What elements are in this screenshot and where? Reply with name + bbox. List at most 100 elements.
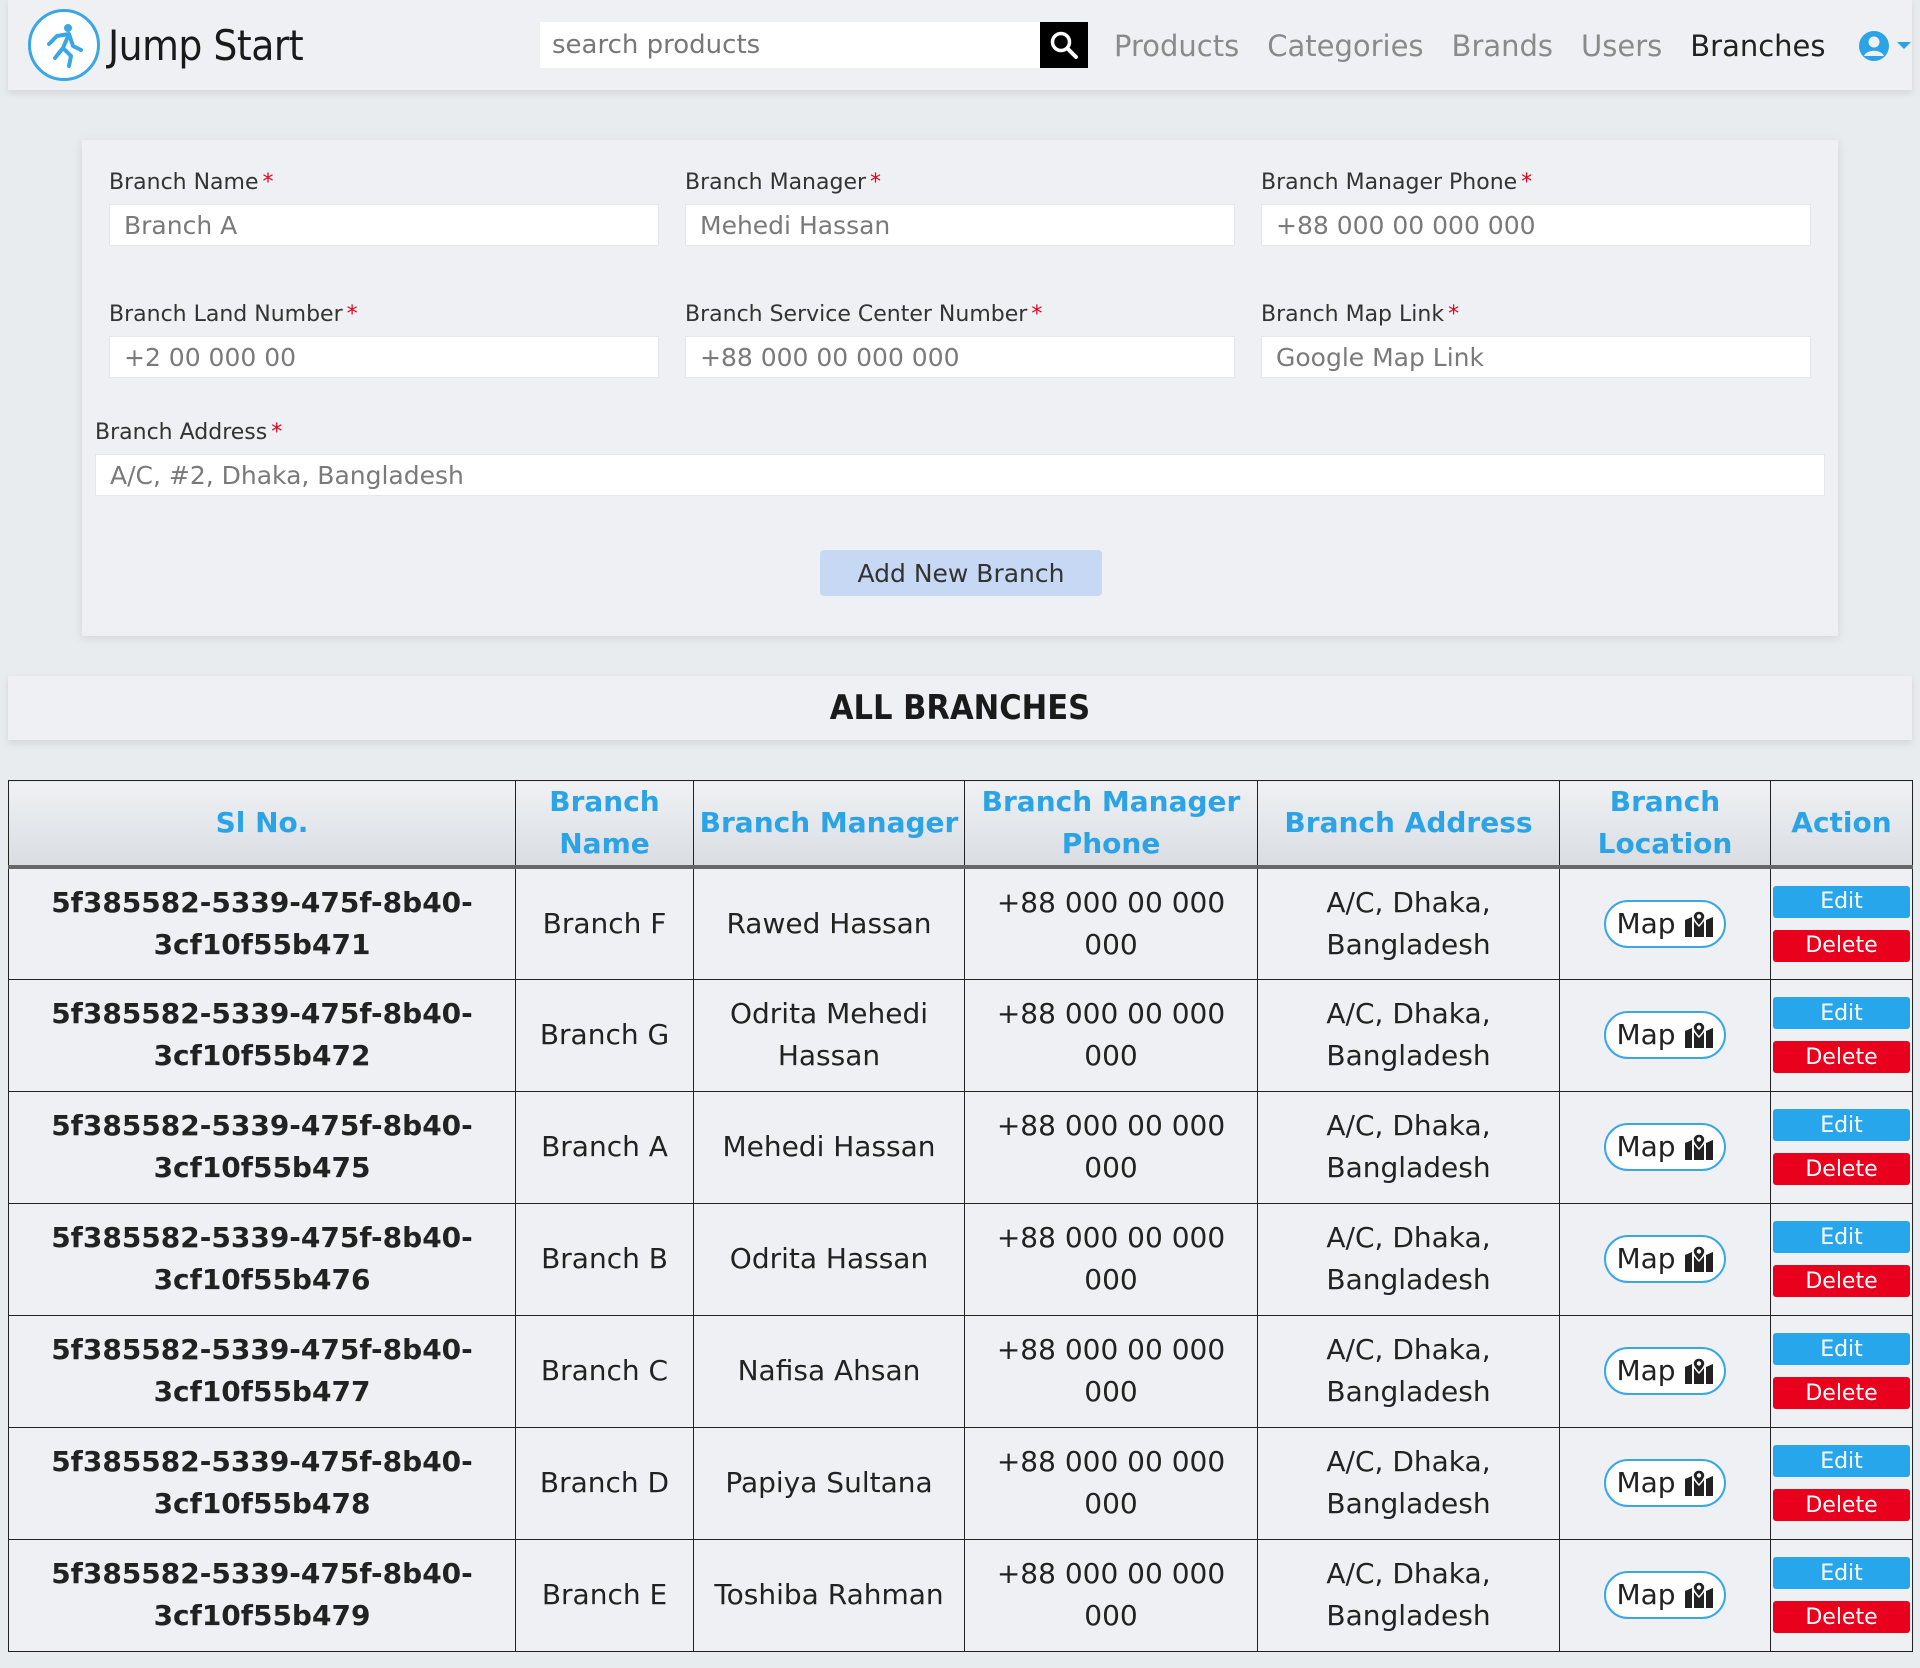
cell-action: Edit Delete — [1770, 866, 1913, 980]
delete-button[interactable]: Delete — [1773, 1377, 1910, 1409]
branch-manager-label: Branch Manager * — [685, 170, 882, 195]
map-label: Map — [1616, 906, 1676, 940]
cell-manager-phone: +88 000 00 000 000 — [964, 1426, 1258, 1540]
map-marked-icon — [1684, 1581, 1713, 1608]
branch-manager-input[interactable] — [685, 204, 1235, 246]
brand-link[interactable]: Jump Start — [28, 8, 304, 82]
header-branch-address[interactable]: Branch Address — [1257, 780, 1560, 869]
service-number-field: Branch Service Center Number * — [685, 302, 1235, 378]
map-button[interactable]: Map — [1604, 1571, 1726, 1619]
cell-branch-location: Map — [1559, 1426, 1771, 1540]
nav-links: Products Categories Brands Users Branche… — [1114, 24, 1912, 68]
service-number-input[interactable] — [685, 336, 1235, 378]
cell-branch-address: A/C, Dhaka, Bangladesh — [1257, 1538, 1560, 1652]
edit-button[interactable]: Edit — [1773, 1109, 1910, 1141]
cell-action: Edit Delete — [1770, 1314, 1913, 1428]
map-button[interactable]: Map — [1604, 1347, 1726, 1395]
cell-branch-address: A/C, Dhaka, Bangladesh — [1257, 1202, 1560, 1316]
cell-branch-manager: Odrita Hassan — [693, 1202, 965, 1316]
map-button[interactable]: Map — [1604, 1123, 1726, 1171]
table-row: 5f385582-5339-475f-8b40-3cf10f55b478 Bra… — [8, 1426, 1913, 1540]
delete-button[interactable]: Delete — [1773, 1153, 1910, 1185]
map-marked-icon — [1684, 909, 1713, 937]
table-header-row: Sl No. Branch Name Branch Manager Branch… — [8, 780, 1913, 869]
cell-branch-address: A/C, Dhaka, Bangladesh — [1257, 978, 1560, 1092]
cell-branch-manager: Toshiba Rahman — [693, 1538, 965, 1652]
search-button[interactable] — [1040, 22, 1088, 68]
map-label: Map — [1616, 1466, 1676, 1499]
cell-branch-name: Branch F — [515, 866, 694, 980]
cell-manager-phone: +88 000 00 000 000 — [964, 1202, 1258, 1316]
service-number-label: Branch Service Center Number * — [685, 302, 1043, 327]
table-row: 5f385582-5339-475f-8b40-3cf10f55b471 Bra… — [8, 866, 1913, 980]
cell-branch-name: Branch D — [515, 1426, 694, 1540]
header-sl-no[interactable]: Sl No. — [8, 780, 516, 869]
delete-button[interactable]: Delete — [1773, 1601, 1910, 1633]
cell-sl-no: 5f385582-5339-475f-8b40-3cf10f55b472 — [8, 978, 516, 1092]
user-menu[interactable] — [1858, 30, 1912, 62]
header-branch-name[interactable]: Branch Name — [515, 780, 694, 869]
map-button[interactable]: Map — [1604, 1235, 1726, 1283]
branch-name-label: Branch Name * — [109, 170, 274, 195]
edit-button[interactable]: Edit — [1773, 1333, 1910, 1365]
edit-button[interactable]: Edit — [1773, 1221, 1910, 1253]
land-number-input[interactable] — [109, 336, 659, 378]
edit-button[interactable]: Edit — [1773, 885, 1910, 918]
user-circle-icon — [1858, 31, 1889, 61]
table-row: 5f385582-5339-475f-8b40-3cf10f55b476 Bra… — [8, 1202, 1913, 1316]
map-label: Map — [1616, 1354, 1676, 1387]
cell-branch-manager: Odrita Mehedi Hassan — [693, 978, 965, 1092]
map-link-input[interactable] — [1261, 336, 1811, 378]
map-link-label: Branch Map Link * — [1261, 302, 1460, 327]
search-input[interactable] — [540, 22, 1040, 68]
runner-logo-icon — [28, 9, 100, 81]
search-bar — [540, 22, 1088, 68]
map-button[interactable]: Map — [1604, 899, 1726, 948]
map-label: Map — [1616, 1242, 1676, 1275]
address-label: Branch Address * — [95, 420, 283, 445]
cell-branch-name: Branch A — [515, 1090, 694, 1204]
branch-manager-field: Branch Manager * — [685, 170, 1235, 246]
add-new-branch-button[interactable]: Add New Branch — [820, 550, 1102, 596]
cell-manager-phone: +88 000 00 000 000 — [964, 978, 1258, 1092]
map-button[interactable]: Map — [1604, 1011, 1726, 1059]
all-branches-header: ALL BRANCHES — [8, 676, 1912, 740]
cell-branch-location: Map — [1559, 978, 1771, 1092]
nav-link-branches[interactable]: Branches — [1690, 29, 1825, 63]
edit-button[interactable]: Edit — [1773, 1557, 1910, 1589]
cell-branch-location: Map — [1559, 1090, 1771, 1204]
cell-manager-phone: +88 000 00 000 000 — [964, 1314, 1258, 1428]
header-branch-location[interactable]: Branch Location — [1559, 780, 1771, 869]
map-label: Map — [1616, 1578, 1676, 1611]
cell-branch-address: A/C, Dhaka, Bangladesh — [1257, 1314, 1560, 1428]
edit-button[interactable]: Edit — [1773, 997, 1910, 1029]
branch-name-input[interactable] — [109, 204, 659, 246]
caret-down-icon — [1896, 42, 1911, 49]
edit-button[interactable]: Edit — [1773, 1445, 1910, 1477]
branch-name-field: Branch Name * — [109, 170, 659, 246]
cell-manager-phone: +88 000 00 000 000 — [964, 1090, 1258, 1204]
header-manager-phone[interactable]: Branch Manager Phone — [964, 780, 1258, 869]
branches-table: Sl No. Branch Name Branch Manager Branch… — [8, 780, 1913, 1652]
map-marked-icon — [1684, 1133, 1713, 1160]
nav-link-categories[interactable]: Categories — [1267, 29, 1423, 63]
header-action[interactable]: Action — [1770, 780, 1913, 869]
cell-action: Edit Delete — [1770, 1090, 1913, 1204]
delete-button[interactable]: Delete — [1773, 1041, 1910, 1073]
delete-button[interactable]: Delete — [1773, 1489, 1910, 1521]
map-marked-icon — [1684, 1469, 1713, 1496]
nav-link-products[interactable]: Products — [1114, 29, 1239, 63]
address-input[interactable] — [95, 454, 1825, 496]
table-row: 5f385582-5339-475f-8b40-3cf10f55b479 Bra… — [8, 1538, 1913, 1652]
cell-branch-name: Branch E — [515, 1538, 694, 1652]
header-branch-manager[interactable]: Branch Manager — [693, 780, 965, 869]
cell-branch-location: Map — [1559, 1538, 1771, 1652]
nav-link-brands[interactable]: Brands — [1452, 29, 1554, 63]
brand-name: Jump Start — [108, 20, 304, 70]
delete-button[interactable]: Delete — [1773, 1265, 1910, 1297]
map-button[interactable]: Map — [1604, 1459, 1726, 1507]
cell-branch-location: Map — [1559, 1314, 1771, 1428]
nav-link-users[interactable]: Users — [1581, 29, 1662, 63]
delete-button[interactable]: Delete — [1773, 929, 1910, 962]
manager-phone-input[interactable] — [1261, 204, 1811, 246]
